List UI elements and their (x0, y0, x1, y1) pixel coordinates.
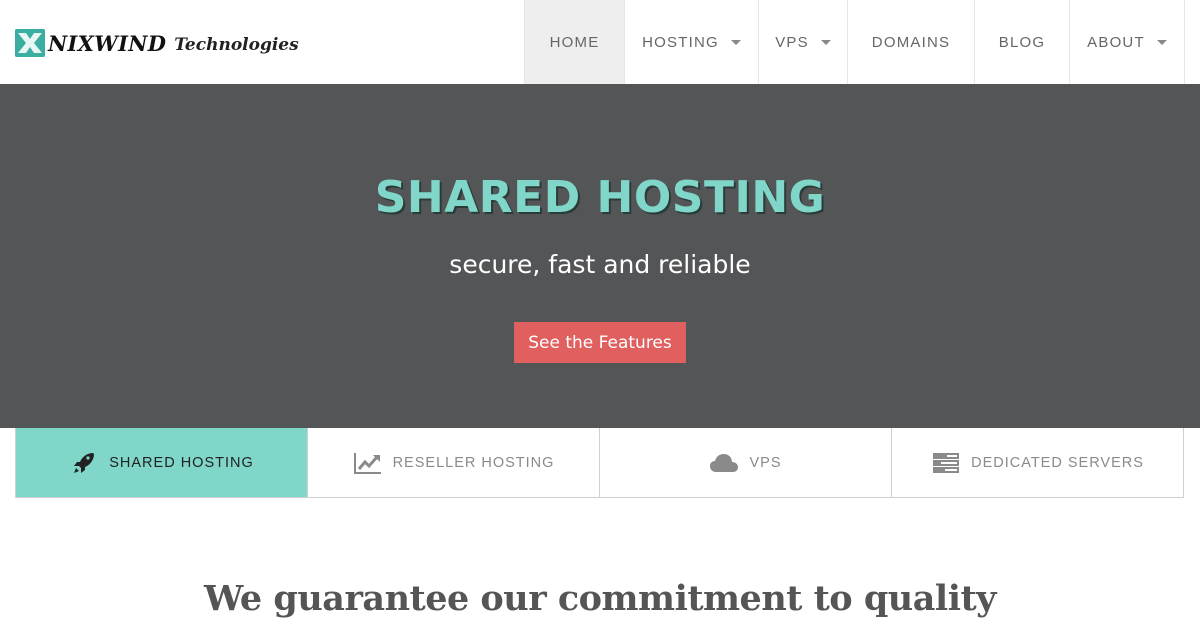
logo-name: NIXWIND (48, 30, 167, 56)
tab-vps-label: VPS (749, 454, 782, 471)
tab-dedicated-servers-label: DEDICATED SERVERS (971, 454, 1144, 471)
caret-down-icon (1156, 40, 1167, 45)
logo[interactable]: NIXWIND Technologies (15, 28, 299, 58)
hero-banner: SHARED HOSTING secure, fast and reliable… (0, 84, 1200, 428)
tab-reseller-hosting-label: RESELLER HOSTING (392, 454, 555, 471)
x-logo-icon (15, 29, 45, 57)
nav-domains-label: DOMAINS (871, 33, 951, 51)
caret-down-icon (820, 40, 831, 45)
tab-vps[interactable]: VPS (600, 428, 892, 497)
main-nav: HOME HOSTING VPS DOMAINS BLOG ABOUT (524, 0, 1185, 84)
nav-about[interactable]: ABOUT (1069, 0, 1185, 84)
server-icon (931, 451, 961, 475)
hero-title: SHARED HOSTING (374, 172, 826, 223)
nav-vps-label: VPS (775, 33, 809, 51)
nav-blog[interactable]: BLOG (974, 0, 1069, 84)
site-header: NIXWIND Technologies HOME HOSTING VPS DO… (0, 0, 1200, 84)
tab-shared-hosting-label: SHARED HOSTING (109, 454, 254, 471)
rocket-icon (69, 451, 99, 475)
nav-home-label: HOME (549, 33, 600, 51)
tab-shared-hosting[interactable]: SHARED HOSTING (16, 428, 308, 497)
hero-subtitle: secure, fast and reliable (449, 250, 751, 279)
hosting-tabs: SHARED HOSTING RESELLER HOSTING VPS DEDI… (15, 428, 1184, 498)
tab-reseller-hosting[interactable]: RESELLER HOSTING (308, 428, 600, 497)
line-chart-icon (353, 451, 383, 475)
tab-dedicated-servers[interactable]: DEDICATED SERVERS (892, 428, 1183, 497)
cloud-icon (709, 451, 739, 475)
logo-subtitle: Technologies (174, 34, 299, 55)
nav-domains[interactable]: DOMAINS (847, 0, 974, 84)
nav-vps[interactable]: VPS (758, 0, 847, 84)
caret-down-icon (730, 40, 741, 45)
nav-hosting[interactable]: HOSTING (624, 0, 758, 84)
nav-blog-label: BLOG (998, 33, 1046, 51)
nav-hosting-label: HOSTING (642, 33, 719, 51)
nav-about-label: ABOUT (1087, 33, 1145, 51)
nav-home[interactable]: HOME (524, 0, 624, 84)
see-features-button[interactable]: See the Features (514, 322, 686, 363)
section-title: We guarantee our commitment to quality (203, 578, 997, 619)
